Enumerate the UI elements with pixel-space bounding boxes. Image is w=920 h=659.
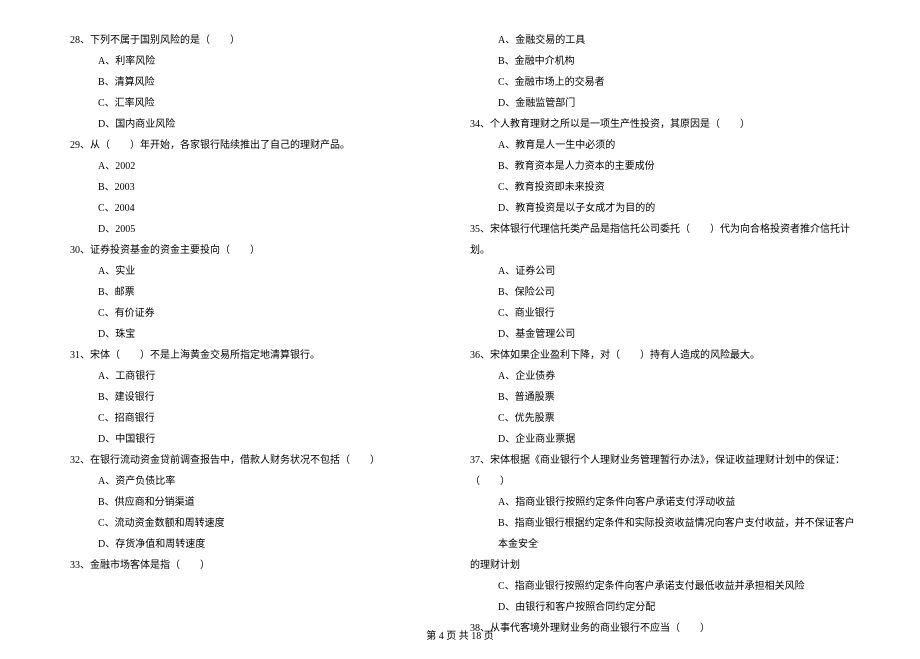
question-37: 37、宋体根据《商业银行个人理财业务管理暂行办法》，保证收益理财计划中的保证：（…	[470, 450, 860, 618]
option-b: B、供应商和分销渠道	[70, 492, 410, 513]
option-a: A、实业	[70, 261, 410, 282]
option-a: A、企业债券	[470, 366, 860, 387]
option-c: C、指商业银行按照约定条件向客户承诺支付最低收益并承担相关风险	[470, 576, 860, 597]
question-text: 29、从（ ）年开始，各家银行陆续推出了自己的理财产品。	[70, 135, 410, 156]
option-b: B、保险公司	[470, 282, 860, 303]
option-d: D、存货净值和周转速度	[70, 534, 410, 555]
option-b: B、邮票	[70, 282, 410, 303]
question-34: 34、个人教育理财之所以是一项生产性投资，其原因是（ ） A、教育是人一生中必须…	[470, 114, 860, 219]
option-d: D、国内商业风险	[70, 114, 410, 135]
question-33: 33、金融市场客体是指（ ）	[70, 555, 410, 576]
question-text: 37、宋体根据《商业银行个人理财业务管理暂行办法》，保证收益理财计划中的保证：（…	[470, 450, 860, 492]
question-text: 35、宋体银行代理信托类产品是指信托公司委托（ ）代为向合格投资者推介信托计划。	[470, 219, 860, 261]
option-a: A、教育是人一生中必须的	[470, 135, 860, 156]
question-text: 36、宋体如果企业盈利下降，对（ ）持有人造成的风险最大。	[470, 345, 860, 366]
option-c: C、商业银行	[470, 303, 860, 324]
question-33-options: A、金融交易的工具 B、金融中介机构 C、金融市场上的交易者 D、金融监管部门	[470, 30, 860, 114]
option-d: D、教育投资是以子女成才为目的的	[470, 198, 860, 219]
option-b: B、教育资本是人力资本的主要成份	[470, 156, 860, 177]
option-c: C、招商银行	[70, 408, 410, 429]
option-d: D、由银行和客户按照合同约定分配	[470, 597, 860, 618]
question-text: 33、金融市场客体是指（ ）	[70, 555, 410, 576]
option-c: C、优先股票	[470, 408, 860, 429]
option-a: A、利率风险	[70, 51, 410, 72]
right-column: A、金融交易的工具 B、金融中介机构 C、金融市场上的交易者 D、金融监管部门 …	[470, 30, 860, 639]
question-text: 34、个人教育理财之所以是一项生产性投资，其原因是（ ）	[470, 114, 860, 135]
question-29: 29、从（ ）年开始，各家银行陆续推出了自己的理财产品。 A、2002 B、20…	[70, 135, 410, 240]
question-31: 31、宋体（ ）不是上海黄金交易所指定地清算银行。 A、工商银行 B、建设银行 …	[70, 345, 410, 450]
option-b: B、2003	[70, 177, 410, 198]
option-c: C、2004	[70, 198, 410, 219]
question-text: 28、下列不属于国别风险的是（ ）	[70, 30, 410, 51]
option-d: D、2005	[70, 219, 410, 240]
option-d: D、珠宝	[70, 324, 410, 345]
question-text: 31、宋体（ ）不是上海黄金交易所指定地清算银行。	[70, 345, 410, 366]
question-36: 36、宋体如果企业盈利下降，对（ ）持有人造成的风险最大。 A、企业债券 B、普…	[470, 345, 860, 450]
question-text: 30、证券投资基金的资金主要投向（ ）	[70, 240, 410, 261]
option-b: B、建设银行	[70, 387, 410, 408]
question-30: 30、证券投资基金的资金主要投向（ ） A、实业 B、邮票 C、有价证券 D、珠…	[70, 240, 410, 345]
option-a: A、工商银行	[70, 366, 410, 387]
option-c: C、有价证券	[70, 303, 410, 324]
option-d: D、基金管理公司	[470, 324, 860, 345]
question-32: 32、在银行流动资金贷前调查报告中，借款人财务状况不包括（ ） A、资产负债比率…	[70, 450, 410, 555]
option-d: D、金融监管部门	[470, 93, 860, 114]
option-c: C、金融市场上的交易者	[470, 72, 860, 93]
option-b: B、清算风险	[70, 72, 410, 93]
option-c: C、流动资金数额和周转速度	[70, 513, 410, 534]
question-text: 32、在银行流动资金贷前调查报告中，借款人财务状况不包括（ ）	[70, 450, 410, 471]
page-container: 28、下列不属于国别风险的是（ ） A、利率风险 B、清算风险 C、汇率风险 D…	[0, 0, 920, 659]
option-b: B、指商业银行根据约定条件和实际投资收益情况向客户支付收益，并不保证客户本金安全	[470, 513, 860, 555]
option-c: C、教育投资即未来投资	[470, 177, 860, 198]
option-d: D、企业商业票据	[470, 429, 860, 450]
option-c: C、汇率风险	[70, 93, 410, 114]
option-a: A、金融交易的工具	[470, 30, 860, 51]
option-b: B、普通股票	[470, 387, 860, 408]
option-b: B、金融中介机构	[470, 51, 860, 72]
option-a: A、资产负债比率	[70, 471, 410, 492]
left-column: 28、下列不属于国别风险的是（ ） A、利率风险 B、清算风险 C、汇率风险 D…	[70, 30, 410, 639]
option-d: D、中国银行	[70, 429, 410, 450]
option-a: A、证券公司	[470, 261, 860, 282]
question-35: 35、宋体银行代理信托类产品是指信托公司委托（ ）代为向合格投资者推介信托计划。…	[470, 219, 860, 345]
question-28: 28、下列不属于国别风险的是（ ） A、利率风险 B、清算风险 C、汇率风险 D…	[70, 30, 410, 135]
option-b-continuation: 的理财计划	[470, 555, 860, 576]
option-a: A、指商业银行按照约定条件向客户承诺支付浮动收益	[470, 492, 860, 513]
option-a: A、2002	[70, 156, 410, 177]
page-footer: 第 4 页 共 18 页	[0, 627, 920, 642]
